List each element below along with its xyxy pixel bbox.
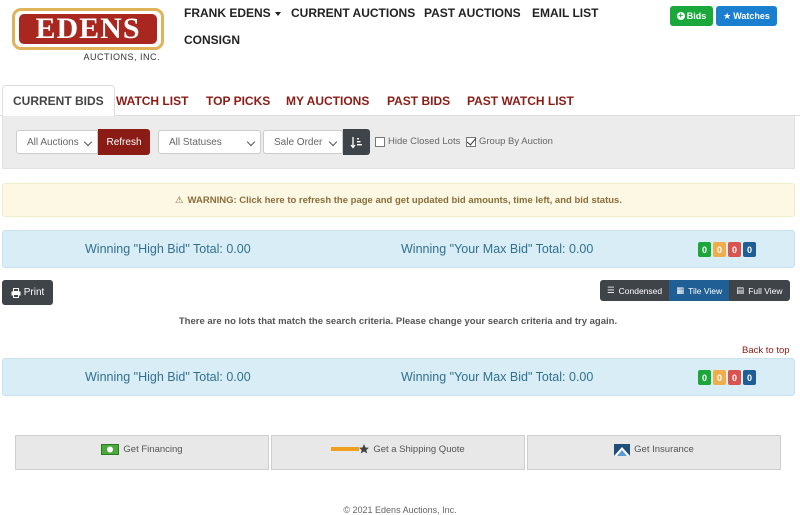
tab-past-watch-list[interactable]: PAST WATCH LIST [467, 85, 574, 116]
losing-count-badge: 0 [728, 242, 741, 257]
nav-email-list[interactable]: EMAIL LIST [532, 6, 598, 20]
nav-past-auctions[interactable]: PAST AUCTIONS [424, 6, 521, 20]
total-count-badge: 0 [743, 242, 756, 257]
print-button[interactable]: Print [2, 280, 53, 305]
tile-view-label: Tile View [688, 285, 723, 296]
status-select[interactable]: All Statuses [158, 130, 261, 154]
plus-circle-icon: + [676, 11, 685, 20]
nav-user-menu[interactable]: FRANK EDENS [184, 6, 281, 20]
warning-text: WARNING: Click here to refresh the page … [187, 194, 622, 206]
tab-current-bids[interactable]: CURRENT BIDS [2, 85, 115, 117]
bid-tabs: CURRENT BIDS WATCH LIST TOP PICKS MY AUC… [0, 85, 800, 117]
back-to-top-link[interactable]: Back to top [742, 345, 790, 356]
nav-current-auctions[interactable]: CURRENT AUCTIONS [291, 6, 415, 20]
full-view-icon: ▤ [736, 285, 745, 295]
insurance-logo-icon [614, 444, 631, 456]
copyright-footer: © 2021 Edens Auctions, Inc. [343, 505, 457, 515]
financing-label: Get Financing [123, 444, 183, 455]
logo-frame: EDENS [12, 8, 164, 50]
filter-bar: All Auctions Refresh All Statuses Sale O… [2, 116, 795, 169]
logo-banner: EDENS [19, 12, 157, 45]
print-label: Print [23, 287, 45, 298]
refresh-warning[interactable]: ⚠ WARNING: Click here to refresh the pag… [2, 183, 795, 217]
checkbox-checked-box [466, 136, 476, 147]
totals-panel-bottom: Winning "High Bid" Total: 0.00 Winning "… [2, 358, 795, 396]
tile-view-button[interactable]: ▦ Tile View [669, 280, 730, 301]
sort-select[interactable]: Sale Order [263, 130, 343, 154]
freestar-logo-icon [331, 444, 370, 454]
max-bid-total: Winning "Your Max Bid" Total: 0.00 [401, 242, 594, 256]
sort-amount-icon [350, 136, 362, 149]
list-icon: ☰ [607, 285, 615, 295]
hide-closed-label: Hide Closed Lots [388, 136, 461, 147]
condensed-label: Condensed [618, 285, 663, 296]
nav-user-label: FRANK EDENS [184, 6, 271, 20]
tab-top-picks[interactable]: TOP PICKS [206, 85, 270, 116]
logo-text: EDENS [35, 12, 141, 45]
chevron-down-icon [328, 137, 338, 147]
high-bid-total: Winning "High Bid" Total: 0.00 [85, 242, 251, 256]
shipping-quote-button[interactable]: Get a Shipping Quote [271, 435, 525, 470]
group-by-label: Group By Auction [479, 136, 553, 147]
sort-direction-button[interactable] [343, 129, 370, 155]
full-view-button[interactable]: ▤ Full View [729, 280, 790, 301]
printer-icon [11, 287, 21, 298]
money-icon [101, 444, 120, 455]
total-count-badge: 0 [743, 370, 756, 385]
checkbox-box [375, 136, 385, 147]
full-view-label: Full View [748, 285, 783, 296]
group-by-auction-checkbox[interactable]: Group By Auction [466, 136, 553, 147]
winning-count-badge: 0 [698, 370, 711, 385]
high-bid-total: Winning "High Bid" Total: 0.00 [85, 370, 251, 384]
winning-count-badge: 0 [698, 242, 711, 257]
caret-down-icon [274, 11, 281, 16]
chevron-down-icon [246, 137, 256, 147]
tab-past-bids[interactable]: PAST BIDS [387, 85, 450, 116]
chevron-down-icon [83, 137, 93, 147]
logo-subtitle: AUCTIONS, INC. [83, 52, 160, 62]
condensed-view-button[interactable]: ☰ Condensed [600, 280, 670, 301]
no-lots-message: There are no lots that match the search … [178, 316, 618, 327]
company-logo[interactable]: EDENS AUCTIONS, INC. [12, 8, 164, 62]
view-toggle: ☰ Condensed ▦ Tile View ▤ Full View [600, 280, 790, 301]
status-select-value: All Statuses [169, 136, 222, 148]
watches-button[interactable]: ★ Watches [716, 6, 777, 26]
grid-icon: ▦ [676, 285, 685, 295]
refresh-button[interactable]: Refresh [98, 129, 150, 155]
insurance-label: Get Insurance [634, 444, 694, 455]
get-financing-button[interactable]: Get Financing [15, 435, 269, 470]
star-icon: ★ [723, 10, 732, 21]
auction-select-value: All Auctions [27, 136, 79, 148]
shipping-label: Get a Shipping Quote [373, 444, 465, 455]
pending-count-badge: 0 [713, 242, 726, 257]
nav-consign[interactable]: CONSIGN [184, 33, 240, 47]
bids-button-label: Bids [686, 11, 707, 21]
bids-button[interactable]: + Bids [670, 6, 713, 26]
auction-select[interactable]: All Auctions [16, 130, 98, 154]
warning-icon: ⚠ [175, 194, 184, 206]
status-badges: 0 0 0 0 [698, 370, 756, 385]
totals-panel-top: Winning "High Bid" Total: 0.00 Winning "… [2, 230, 795, 268]
max-bid-total: Winning "Your Max Bid" Total: 0.00 [401, 370, 594, 384]
losing-count-badge: 0 [728, 370, 741, 385]
pending-count-badge: 0 [713, 370, 726, 385]
sort-select-value: Sale Order [274, 136, 323, 148]
hide-closed-checkbox[interactable]: Hide Closed Lots [375, 136, 460, 147]
watches-button-label: Watches [733, 11, 770, 21]
status-badges: 0 0 0 0 [698, 242, 756, 257]
get-insurance-button[interactable]: Get Insurance [527, 435, 781, 470]
tab-my-auctions[interactable]: MY AUCTIONS [286, 85, 369, 116]
tab-watch-list[interactable]: WATCH LIST [116, 85, 188, 116]
